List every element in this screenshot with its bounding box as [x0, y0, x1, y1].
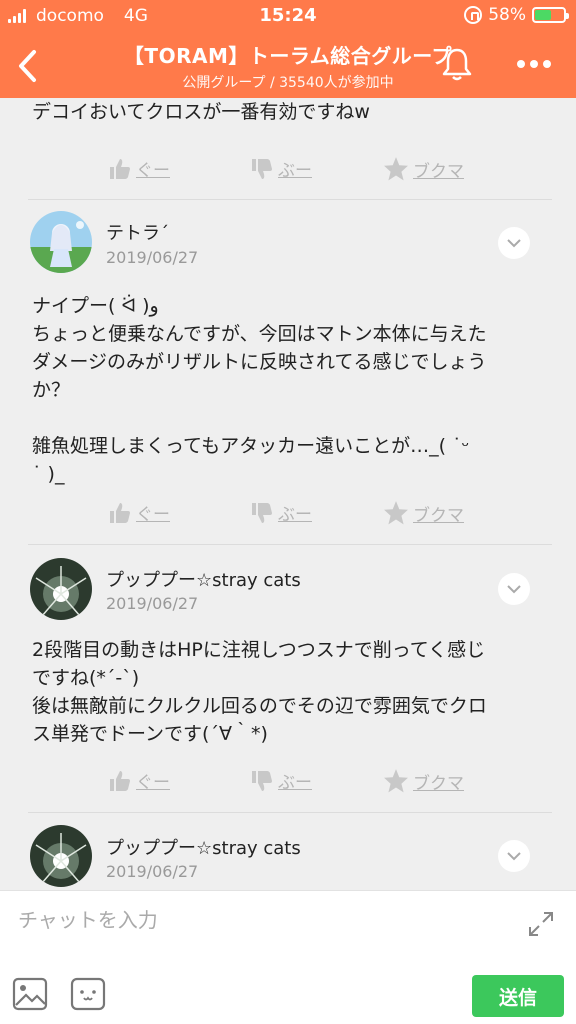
- good-label: ぐー: [136, 773, 170, 793]
- chevron-down-icon[interactable]: [498, 227, 530, 259]
- message-actions: ぐー ぶー ブクマ: [0, 768, 576, 802]
- send-button[interactable]: 送信: [472, 975, 564, 1017]
- app-header: docomo 4G 15:24 58% 【TORAM】トーラム総合グループ 公開…: [0, 0, 576, 98]
- good-button[interactable]: ぐー: [108, 768, 170, 793]
- image-icon[interactable]: [12, 977, 48, 1011]
- thumbs-up-icon: [110, 502, 130, 523]
- message-text: デコイおいてクロスが一番有効ですねw: [32, 101, 370, 123]
- message-feed[interactable]: デコイおいてクロスが一番有効ですねw ぐー ぶー ブクマ テトラ´ 2019/0…: [0, 98, 576, 890]
- message-actions: ぐー ぶー ブクマ: [0, 156, 576, 190]
- thumbs-up-icon: [110, 770, 130, 791]
- bad-label: ぶー: [278, 773, 312, 793]
- post-date: 2019/06/27: [106, 862, 199, 881]
- good-button[interactable]: ぐー: [108, 500, 170, 525]
- bookmark-button[interactable]: ブクマ: [383, 768, 464, 794]
- thumbs-down-icon: [252, 502, 272, 523]
- group-title: 【TORAM】トーラム総合グループ: [123, 44, 453, 68]
- divider: [28, 199, 552, 200]
- bookmark-button[interactable]: ブクマ: [383, 500, 464, 526]
- bookmark-button[interactable]: ブクマ: [383, 156, 464, 182]
- expand-icon[interactable]: [526, 909, 556, 939]
- status-right: 58%: [464, 5, 569, 25]
- good-label: ぐー: [136, 161, 170, 181]
- sticker-icon[interactable]: [70, 977, 106, 1011]
- chat-input-bar: 送信: [0, 890, 576, 1024]
- group-title-block: 【TORAM】トーラム総合グループ 公開グループ / 35540人が参加中: [0, 40, 576, 92]
- bookmark-label: ブクマ: [413, 161, 464, 182]
- divider: [28, 544, 552, 545]
- bad-button[interactable]: ぶー: [250, 500, 312, 525]
- chevron-down-icon[interactable]: [498, 573, 530, 605]
- avatar[interactable]: [30, 558, 92, 620]
- bell-icon[interactable]: [440, 46, 474, 82]
- message-text: ナイプー( ᐛ )و ちょっと便乗なんですが、今回はマトン本体に与えた ダメージ…: [32, 295, 487, 485]
- chat-input[interactable]: [18, 903, 498, 937]
- post-date: 2019/06/27: [106, 248, 199, 267]
- divider: [28, 812, 552, 813]
- thumbs-down-icon: [252, 158, 272, 179]
- username[interactable]: テトラ´: [106, 219, 169, 245]
- more-dots-icon[interactable]: [512, 50, 556, 78]
- avatar[interactable]: [30, 211, 92, 273]
- star-icon: [384, 501, 408, 525]
- good-button[interactable]: ぐー: [108, 156, 170, 181]
- group-subtitle: 公開グループ / 35540人が参加中: [182, 75, 394, 91]
- username[interactable]: プッププー☆stray cats: [106, 566, 301, 592]
- avatar[interactable]: [30, 825, 92, 887]
- bad-label: ぶー: [278, 161, 312, 181]
- bookmark-label: ブクマ: [413, 773, 464, 794]
- post-date: 2019/06/27: [106, 594, 199, 613]
- battery-icon: [532, 7, 569, 23]
- rotation-lock-icon: [464, 6, 483, 24]
- username[interactable]: プッププー☆stray cats: [106, 834, 301, 860]
- nav-bar: 【TORAM】トーラム総合グループ 公開グループ / 35540人が参加中: [0, 34, 576, 98]
- chevron-down-icon[interactable]: [498, 840, 530, 872]
- star-icon: [384, 157, 408, 181]
- thumbs-up-icon: [110, 158, 130, 179]
- bad-button[interactable]: ぶー: [250, 156, 312, 181]
- status-bar: docomo 4G 15:24 58%: [0, 0, 576, 32]
- star-icon: [384, 769, 408, 793]
- thumbs-down-icon: [252, 770, 272, 791]
- message-actions: ぐー ぶー ブクマ: [0, 500, 576, 534]
- message-text: 2段階目の動きはHPに注視しつつスナで削ってく感じ ですね(*´-`) 後は無敵…: [32, 639, 487, 745]
- battery-percent: 58%: [488, 5, 526, 25]
- bookmark-label: ブクマ: [413, 505, 464, 526]
- good-label: ぐー: [136, 505, 170, 525]
- bad-button[interactable]: ぶー: [250, 768, 312, 793]
- bad-label: ぶー: [278, 505, 312, 525]
